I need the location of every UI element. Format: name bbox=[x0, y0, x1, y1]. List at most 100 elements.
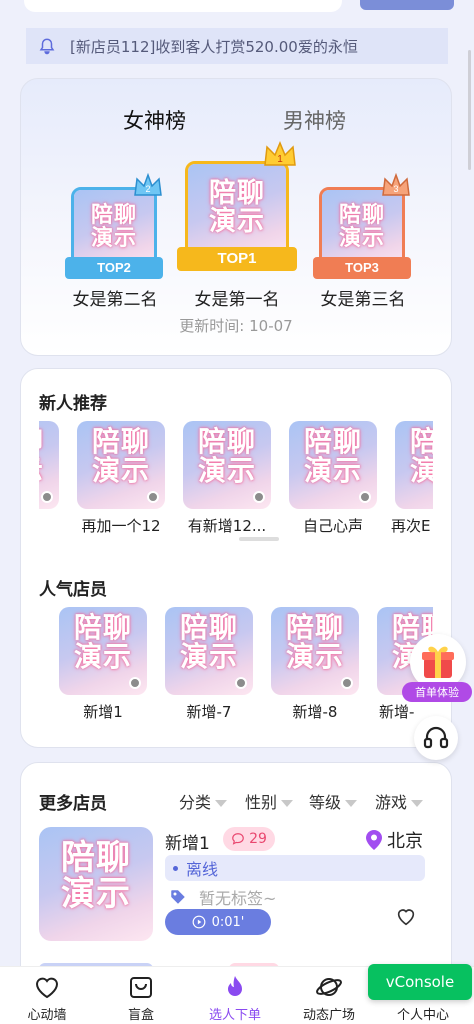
rank-ribbon: TOP1 bbox=[177, 247, 297, 271]
crown-icon: 3 bbox=[382, 173, 410, 196]
notice-text: [新店员112]收到客人打赏520.00爱的永恒 bbox=[70, 37, 358, 56]
status-badge: 离线 bbox=[165, 855, 425, 881]
filter-game[interactable]: 游戏 bbox=[375, 789, 424, 813]
cover-text: 陪聊演示 bbox=[91, 425, 150, 488]
tag-text: 暂无标签~ bbox=[199, 889, 277, 908]
tab-god-ranking[interactable]: 男神榜 bbox=[283, 105, 346, 135]
popular-list[interactable]: 陪聊演示 新增1 陪聊演示 新增-7 陪聊演示 新增-8 陪聊演示 新增- bbox=[39, 607, 433, 727]
tag-icon bbox=[171, 890, 185, 904]
list-item[interactable]: 陪聊演示 bbox=[271, 607, 359, 695]
tab-label: 个人中心 bbox=[396, 1008, 449, 1023]
flame-icon bbox=[228, 976, 242, 996]
list-item-label: 新增-7 bbox=[186, 703, 232, 721]
crown-number: 1 bbox=[277, 154, 283, 165]
offline-dot bbox=[341, 677, 353, 689]
location-city: 北京 bbox=[387, 831, 423, 852]
crown-number: 2 bbox=[145, 184, 150, 194]
tab-heart-wall[interactable]: 心动墙 bbox=[0, 967, 94, 1024]
update-time: 更新时间: 10-07 bbox=[179, 317, 293, 335]
popularity-count: 29 bbox=[249, 831, 267, 847]
location-pin-icon bbox=[366, 830, 382, 850]
cover-text: 陪聊演示 bbox=[73, 611, 132, 674]
list-item[interactable]: 陪聊演示 bbox=[165, 607, 253, 695]
filter-gender[interactable]: 性别 bbox=[245, 789, 294, 813]
staff-name[interactable]: 新增1 bbox=[165, 829, 210, 854]
offline-dot bbox=[253, 491, 265, 503]
crown-number: 3 bbox=[393, 184, 398, 194]
filter-label: 性别 bbox=[245, 793, 278, 812]
voice-duration: 0:01' bbox=[211, 914, 245, 930]
list-item[interactable]: 陪聊演示 bbox=[39, 421, 59, 509]
cover-text: 陪聊演示 bbox=[409, 425, 433, 488]
list-item[interactable]: 陪聊演示 bbox=[395, 421, 433, 509]
tab-goddess-ranking[interactable]: 女神榜 bbox=[123, 105, 186, 135]
filter-label: 游戏 bbox=[375, 793, 408, 812]
planet-icon bbox=[316, 978, 342, 996]
ranking-card: 女神榜 男神榜 陪聊 演示 TOP2 2 女是第二名 陪聊 演示 TOP1 1 女是… bbox=[20, 78, 452, 356]
list-item[interactable]: 陪聊演示 bbox=[289, 421, 377, 509]
cover-text: 陪聊演示 bbox=[338, 203, 385, 252]
status-dot bbox=[173, 865, 178, 871]
podium-name-top2[interactable]: 女是第二名 bbox=[55, 285, 175, 310]
tab-label: 盲盒 bbox=[127, 1008, 154, 1023]
popularity-badge: 29 bbox=[223, 827, 275, 851]
caret-down-icon bbox=[281, 800, 294, 807]
list-item-label: 自己心声 bbox=[302, 517, 363, 535]
offline-dot bbox=[359, 491, 371, 503]
caret-down-icon bbox=[411, 800, 424, 807]
staff-photo[interactable]: 陪聊 演示 bbox=[39, 827, 153, 941]
gift-label: 首单体验 bbox=[402, 682, 472, 702]
cover-text: 陪聊演示 bbox=[285, 611, 344, 674]
list-item[interactable]: 陪聊演示 bbox=[77, 421, 165, 509]
recommend-card: 新人推荐 陪聊演示 音 陪聊演示 再加一个12 陪聊演示 有新增12... 陪聊… bbox=[20, 368, 452, 748]
scrollbar[interactable] bbox=[468, 50, 471, 170]
search-input[interactable] bbox=[24, 0, 342, 12]
section-title-popular: 人气店员 bbox=[39, 580, 107, 600]
crown-icon: 2 bbox=[134, 173, 162, 196]
newcomer-list[interactable]: 陪聊演示 音 陪聊演示 再加一个12 陪聊演示 有新增12... 陪聊演示 自己… bbox=[39, 421, 433, 541]
podium-name-top3[interactable]: 女是第三名 bbox=[303, 285, 423, 310]
section-title-newcomers: 新人推荐 bbox=[39, 394, 107, 414]
bag-icon bbox=[130, 977, 152, 998]
list-item-label: 新增-8 bbox=[292, 703, 338, 721]
offline-dot bbox=[147, 491, 159, 503]
section-title-more: 更多店员 bbox=[39, 794, 107, 814]
tab-feed-square[interactable]: 动态广场 bbox=[282, 967, 376, 1024]
like-heart-icon[interactable] bbox=[395, 905, 417, 927]
bell-icon bbox=[39, 38, 55, 55]
cover-text: 陪聊演示 bbox=[303, 425, 362, 488]
list-item[interactable]: 陪聊演示 bbox=[59, 607, 147, 695]
rank-ribbon: TOP2 bbox=[65, 257, 163, 279]
podium-top3[interactable]: 陪聊 演示 TOP3 3 bbox=[313, 173, 413, 287]
tab-pick-order[interactable]: 选人下单 bbox=[188, 967, 282, 1024]
location: 北京 bbox=[365, 827, 423, 853]
list-item-label: 新增1 bbox=[83, 703, 123, 721]
filter-label: 等级 bbox=[309, 793, 342, 812]
list-item[interactable]: 陪聊演示 bbox=[183, 421, 271, 509]
cover-text: 陪聊演示 bbox=[90, 203, 137, 252]
offline-dot bbox=[41, 491, 53, 503]
first-order-float[interactable]: 首单体验 bbox=[402, 634, 472, 702]
list-item-label: 有新增12... bbox=[187, 517, 267, 535]
chat-icon bbox=[232, 833, 244, 845]
vconsole-button[interactable]: vConsole bbox=[368, 964, 472, 1000]
customer-service-button[interactable] bbox=[414, 716, 458, 760]
list-item-label: 再次E bbox=[391, 517, 431, 535]
notice-bar[interactable]: [新店员112]收到客人打赏520.00爱的永恒 bbox=[26, 28, 448, 64]
offline-dot bbox=[235, 677, 247, 689]
podium-top1[interactable]: 陪聊 演示 TOP1 1 bbox=[177, 141, 297, 281]
search-button[interactable] bbox=[360, 0, 454, 10]
tab-blind-box[interactable]: 盲盒 bbox=[94, 967, 188, 1024]
filter-category[interactable]: 分类 bbox=[179, 789, 228, 813]
podium-name-top1[interactable]: 女是第一名 bbox=[177, 285, 297, 310]
play-icon bbox=[192, 915, 206, 929]
tab-label: 动态广场 bbox=[302, 1008, 355, 1023]
caret-down-icon bbox=[345, 800, 358, 807]
podium-top2[interactable]: 陪聊 演示 TOP2 2 bbox=[65, 173, 165, 287]
filter-level[interactable]: 等级 bbox=[309, 789, 358, 813]
crown-icon: 1 bbox=[264, 141, 296, 166]
scroll-indicator bbox=[239, 537, 279, 541]
offline-dot bbox=[129, 677, 141, 689]
list-item-label: 再加一个12 bbox=[81, 517, 161, 535]
voice-intro-button[interactable]: 0:01' bbox=[165, 909, 271, 935]
